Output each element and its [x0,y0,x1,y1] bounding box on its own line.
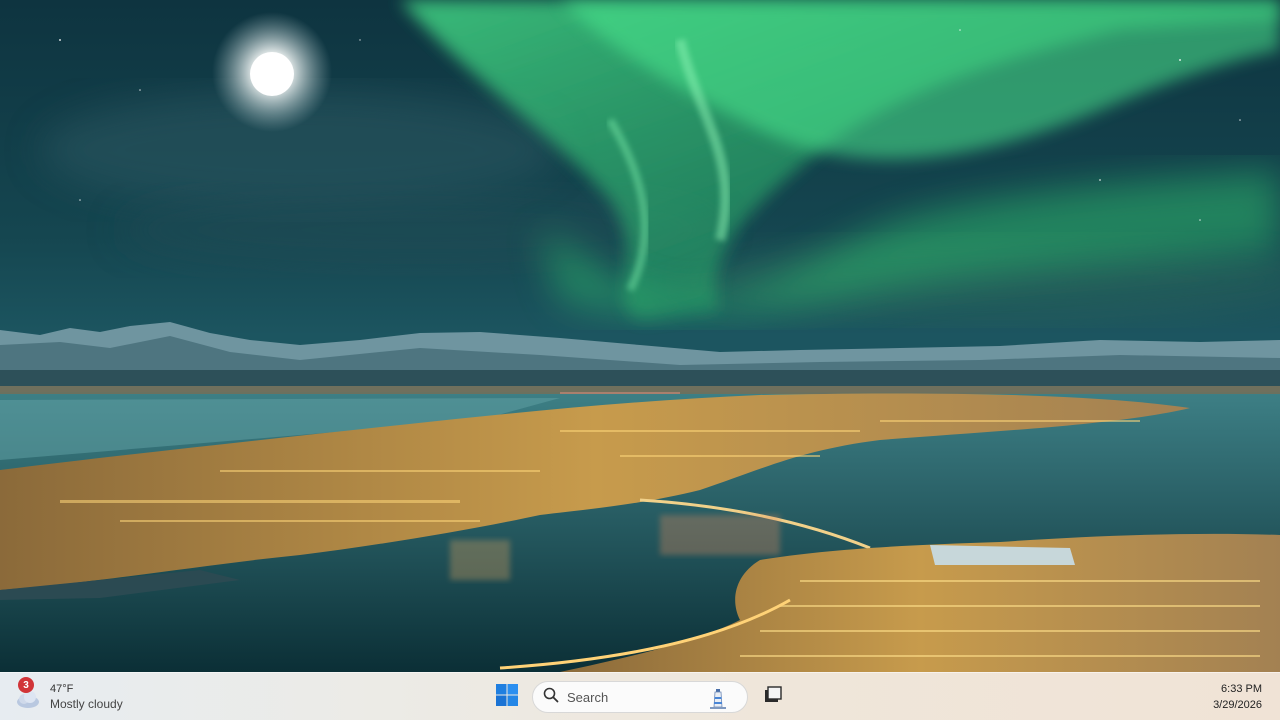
lighthouse-icon [705,685,731,711]
wallpaper-image [0,0,1280,672]
search-placeholder: Search [567,689,609,705]
start-button[interactable] [490,679,524,715]
clock-date: 3/29/2026 [1213,699,1262,711]
clock-time: 6:33 PM [1221,683,1262,695]
search-icon [543,687,559,708]
desktop[interactable] [0,0,1280,672]
taskbar-search-box[interactable]: Search [532,681,748,713]
weather-condition: Mostly cloudy [50,697,123,711]
weather-notification-badge: 3 [18,677,34,693]
task-view-icon [763,685,783,710]
taskbar: 47°F Mostly cloudy Search 6:33 PM 3/29/2… [0,672,1280,720]
weather-text: 47°F Mostly cloudy [50,682,123,712]
windows-logo-icon [496,683,518,711]
task-view-button[interactable] [756,679,790,715]
weather-temperature: 47°F [50,683,74,695]
system-clock[interactable]: 6:33 PM 3/29/2026 [1213,681,1262,713]
